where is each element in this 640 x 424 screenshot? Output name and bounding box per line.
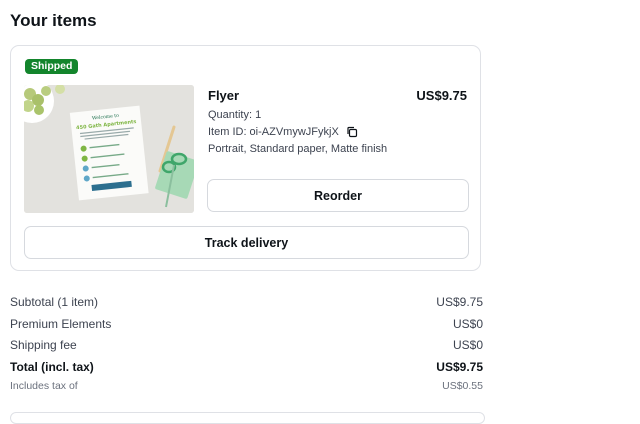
total-value: US$9.75 (436, 360, 483, 374)
tax-label: Includes tax of (10, 380, 78, 392)
product-name: Flyer (208, 88, 240, 103)
status-badge: Shipped (25, 59, 79, 74)
product-options: Portrait, Standard paper, Matte finish (208, 143, 388, 155)
product-item-id: Item ID: oi-AZVmywJFykjX (208, 126, 339, 138)
shipping-value: US$0 (452, 338, 483, 352)
subtotal-value: US$9.75 (436, 295, 483, 309)
next-card-edge (10, 412, 485, 424)
product-price: US$9.75 (416, 88, 467, 103)
shipping-label: Shipping fee (10, 338, 77, 352)
track-delivery-button[interactable]: Track delivery (24, 226, 469, 259)
total-label: Total (incl. tax) (10, 360, 94, 374)
product-quantity: Quantity: 1 (208, 109, 262, 121)
page-title: Your items (10, 11, 97, 30)
premium-label: Premium Elements (10, 317, 112, 331)
reorder-button[interactable]: Reorder (207, 179, 469, 212)
order-item-card: Shipped Welcome to 450 Gath Apartments F… (10, 45, 481, 271)
product-thumbnail: Welcome to 450 Gath Apartments (24, 85, 194, 213)
product-item-id-row: Item ID: oi-AZVmywJFykjX (208, 126, 358, 141)
tax-value: US$0.55 (442, 380, 483, 392)
copy-icon[interactable] (346, 126, 358, 141)
premium-value: US$0 (452, 317, 483, 331)
subtotal-label: Subtotal (1 item) (10, 295, 99, 309)
